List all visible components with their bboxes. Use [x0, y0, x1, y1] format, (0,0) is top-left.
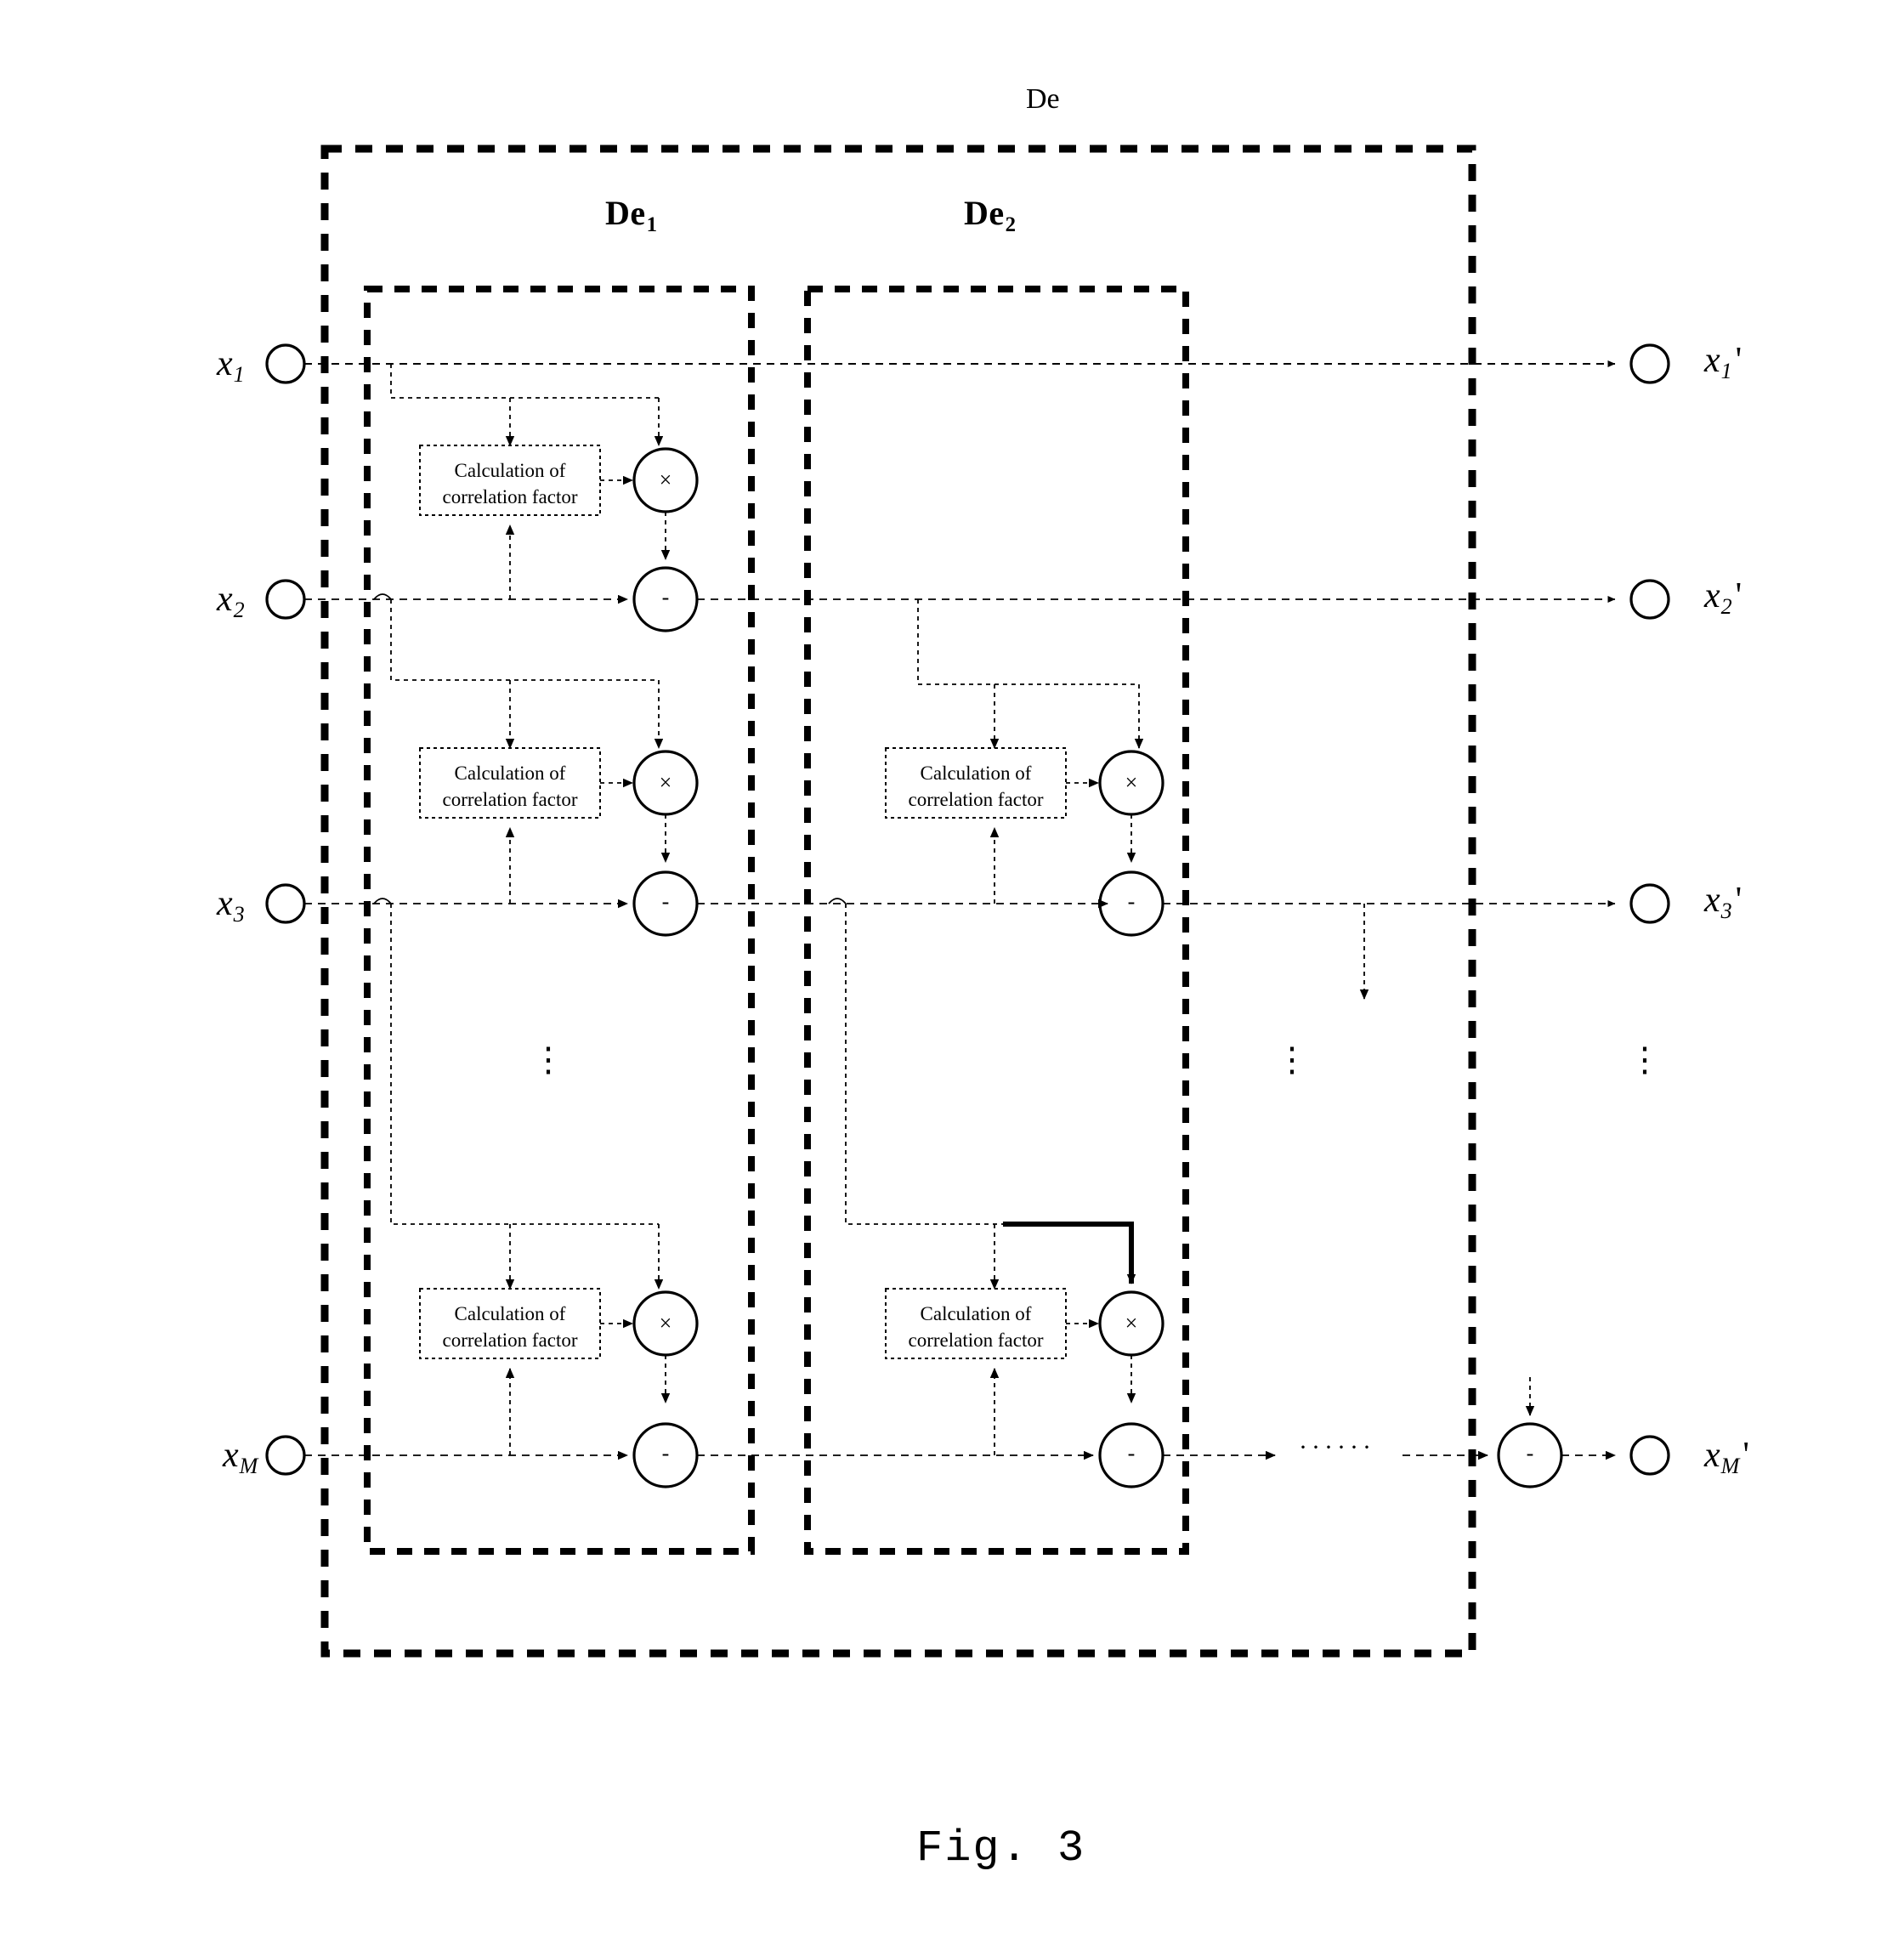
branch-bus-to-de2-rowM	[845, 904, 1003, 1225]
multiply-glyph-de1-row1: ×	[659, 468, 672, 492]
output-node-xM	[1629, 1435, 1670, 1476]
output-label-x2: x2'	[1704, 576, 1742, 620]
calc-box-line2: correlation factor	[908, 1330, 1044, 1352]
diagram-canvas	[265, 145, 1670, 1658]
calc-box-de2-rowM-text: Calculation of correlation factor	[886, 1301, 1066, 1353]
subtract-glyph-final-rowM: -	[1526, 1441, 1534, 1466]
input-node-x3	[265, 883, 306, 924]
calc-box-de1-row2-text: Calculation of correlation factor	[420, 760, 600, 813]
multiply-glyph-de2-row2: ×	[1125, 770, 1138, 795]
multiply-glyph-de2-rowM: ×	[1125, 1311, 1138, 1335]
stage-de1-label: De1	[605, 194, 658, 236]
patent-figure-3: De De1 De2 x1 x2 x3 xM x1' x2' x3' xM' C…	[0, 0, 1904, 1956]
output-node-x1	[1629, 343, 1670, 384]
subtract-glyph-de1-rowM: -	[661, 1441, 670, 1466]
calc-box-de1-rowM-text: Calculation of correlation factor	[420, 1301, 600, 1353]
subtract-glyph-de1-row2: -	[661, 889, 670, 914]
multiply-glyph-de1-rowM: ×	[659, 1311, 672, 1335]
input-label-x2: x2	[217, 580, 245, 623]
subtract-glyph-de2-rowM: -	[1127, 1441, 1136, 1466]
input-label-x3: x3	[217, 884, 245, 927]
input-label-x1: x1	[217, 344, 245, 388]
calc-box-line1: Calculation of	[454, 763, 566, 784]
branch-x2-to-de2-row2	[917, 599, 1139, 685]
outer-block-label: De	[1026, 83, 1060, 115]
calc-box-line2: correlation factor	[442, 789, 578, 811]
calc-box-line2: correlation factor	[442, 486, 578, 508]
multiply-glyph-de1-row2: ×	[659, 770, 672, 795]
vertical-ellipsis-de1: ⋮	[531, 1040, 565, 1079]
output-label-xM: xM'	[1704, 1436, 1749, 1479]
figure-caption: Fig. 3	[916, 1823, 1086, 1874]
subtract-glyph-de1-row1: -	[661, 585, 670, 609]
branch-bus-to-de1-row2	[390, 599, 659, 681]
stage-de2-label: De2	[964, 194, 1017, 236]
calc-box-de1-row1-text: Calculation of correlation factor	[420, 457, 600, 510]
input-label-xM: xM	[223, 1436, 258, 1479]
calc-box-line2: correlation factor	[442, 1330, 578, 1352]
calc-box-line2: correlation factor	[908, 789, 1044, 811]
calc-box-line1: Calculation of	[454, 460, 566, 481]
calc-box-line1: Calculation of	[454, 1303, 566, 1324]
output-node-x2	[1629, 579, 1670, 620]
branch-x1-to-de1-row1	[390, 364, 659, 399]
stage-de2-boundary	[804, 286, 1189, 1555]
calc-box-de2-row2-text: Calculation of correlation factor	[886, 760, 1066, 813]
input-node-xM	[265, 1435, 306, 1476]
horizontal-ellipsis-rowM: ······	[1299, 1433, 1375, 1461]
vertical-ellipsis-mid: ⋮	[1275, 1040, 1309, 1079]
subtract-glyph-de2-row2: -	[1127, 889, 1136, 914]
outer-block-de-boundary	[320, 145, 1476, 1658]
feed-multiplier-de2-rowM	[1003, 1222, 1136, 1284]
calc-box-line1: Calculation of	[920, 1303, 1032, 1324]
calc-box-line1: Calculation of	[920, 763, 1032, 784]
input-node-x2	[265, 579, 306, 620]
branch-bus-to-de1-rowM	[390, 904, 659, 1225]
output-label-x1: x1'	[1704, 341, 1742, 384]
vertical-ellipsis-right: ⋮	[1628, 1040, 1662, 1079]
input-node-x1	[265, 343, 306, 384]
output-label-x3: x3'	[1704, 881, 1742, 924]
output-node-x3	[1629, 883, 1670, 924]
